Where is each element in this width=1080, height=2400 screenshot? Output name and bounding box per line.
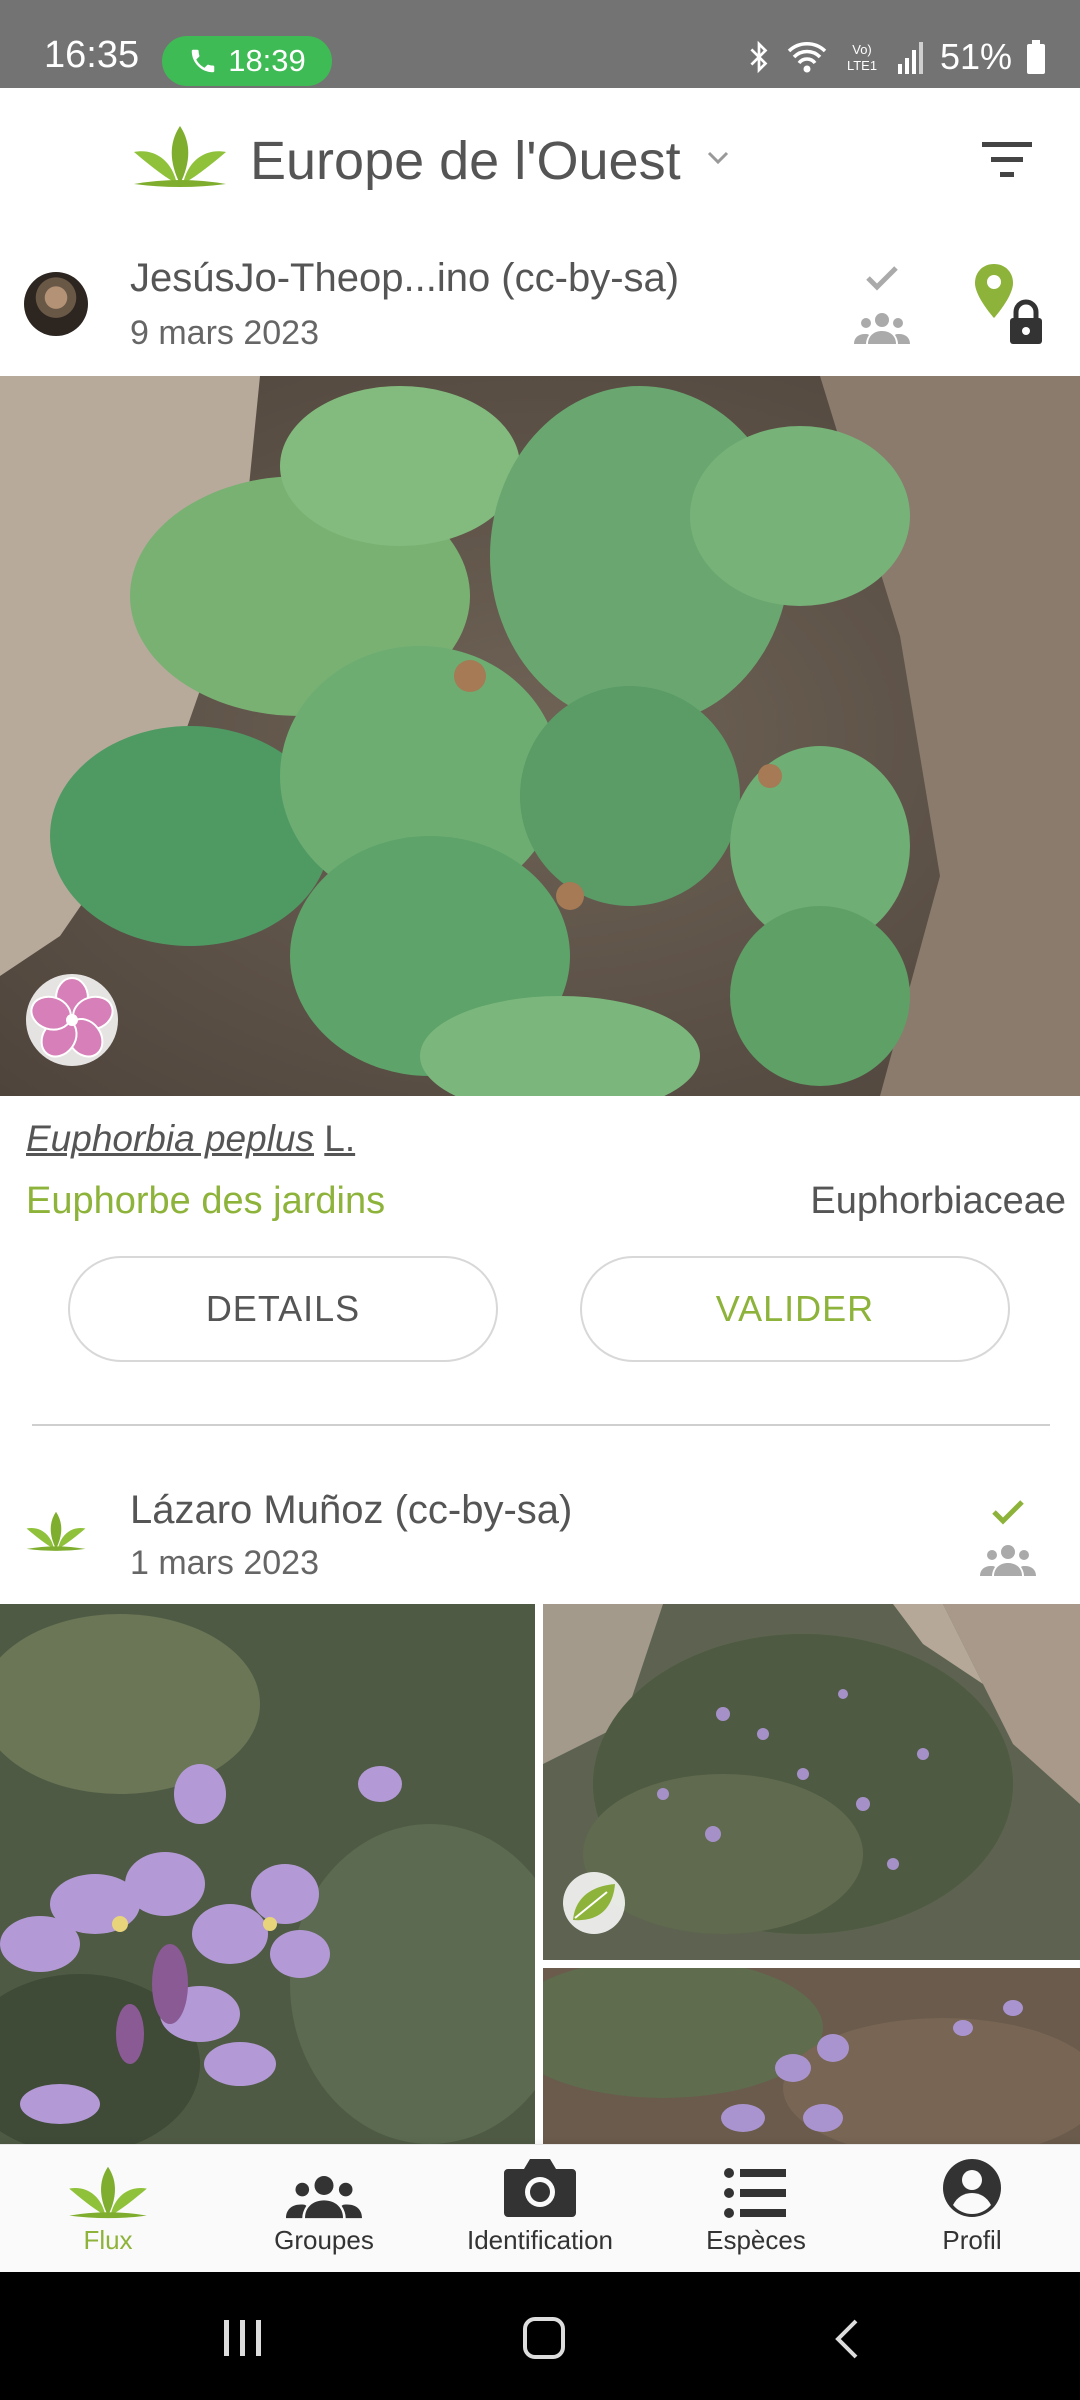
volte-icon: Vo)LTE1 (847, 42, 877, 73)
observation-date: 9 mars 2023 (130, 314, 319, 352)
observation-photo[interactable] (543, 1968, 1080, 2144)
species-name[interactable]: Euphorbia peplus L. (26, 1118, 355, 1160)
wifi-icon (787, 42, 827, 73)
nav-profil[interactable]: Profil (864, 2145, 1080, 2273)
svg-text:LTE1: LTE1 (847, 58, 877, 73)
app-header: Europe de l'Ouest (0, 88, 1080, 236)
observation-photo[interactable] (543, 1604, 1080, 1960)
euphorbia-photo (0, 376, 1080, 1096)
battery-icon (1027, 40, 1045, 74)
filter-icon[interactable] (980, 140, 1036, 180)
plantnet-avatar-icon[interactable] (24, 1510, 88, 1552)
bottom-navigation: Flux Groupes Identification Espèces Prof… (0, 2144, 1080, 2272)
observation-photo[interactable] (0, 376, 1080, 1096)
group-icon (854, 313, 910, 344)
nav-label: Identification (467, 2225, 613, 2255)
nav-identification[interactable]: Identification (432, 2145, 648, 2273)
flower-organ-icon (26, 974, 118, 1066)
validate-button[interactable]: VALIDER (580, 1256, 1010, 1362)
recent-apps-icon[interactable] (222, 2318, 264, 2358)
status-bar: 16:35 18:39 Vo) LTE1 51% (0, 0, 1080, 88)
observation-header[interactable]: Lázaro Muñoz (cc-by-sa) 1 mars 2023 (0, 1470, 1080, 1606)
phone-icon (191, 49, 215, 73)
nav-label: Profil (942, 2225, 1002, 2255)
chevron-down-icon[interactable] (706, 150, 730, 166)
list-icon (724, 2168, 786, 2218)
flower-photo (543, 1968, 1080, 2144)
battery-percentage: 51% (939, 36, 1012, 77)
nav-label: Espèces (706, 2225, 806, 2255)
scientific-name[interactable]: Euphorbia peplus (26, 1118, 314, 1159)
lock-icon (1010, 299, 1042, 344)
nav-label: Groupes (274, 2225, 374, 2255)
status-icons: Vo) LTE1 51% (746, 36, 1046, 78)
nav-especes[interactable]: Espèces (648, 2145, 864, 2273)
svg-text:Vo): Vo) (852, 42, 872, 57)
account-icon (943, 2159, 1001, 2217)
call-timer: 18:39 (228, 43, 306, 78)
observation-author[interactable]: JesúsJo-Theop...ino (cc-by-sa) (130, 256, 679, 301)
status-time: 16:35 (44, 34, 140, 76)
avatar[interactable] (24, 272, 88, 336)
region-selector[interactable]: Europe de l'Ouest (250, 130, 681, 192)
leaf-icon (69, 2166, 147, 2219)
check-icon (866, 266, 898, 291)
nav-label: Flux (83, 2225, 133, 2255)
camera-icon (504, 2159, 576, 2217)
plantnet-logo-icon (134, 126, 226, 187)
observation-header[interactable]: JesúsJo-Theop...ino (cc-by-sa) 9 mars 20… (0, 236, 1080, 376)
family-name: Euphorbiaceae (810, 1180, 1066, 1222)
observation-date: 1 mars 2023 (130, 1544, 319, 1582)
group-icon (286, 2176, 362, 2219)
details-button[interactable]: DETAILS (68, 1256, 498, 1362)
species-authority[interactable]: L. (324, 1118, 355, 1159)
signal-icon (897, 42, 923, 74)
observation-photo[interactable] (0, 1604, 535, 2144)
leaf-organ-icon (563, 1872, 625, 1934)
check-icon (992, 1500, 1024, 1525)
home-icon[interactable] (522, 2316, 566, 2360)
common-name: Euphorbe des jardins (26, 1180, 386, 1222)
nav-groupes[interactable]: Groupes (216, 2145, 432, 2273)
nav-flux[interactable]: Flux (0, 2145, 216, 2273)
observation-author[interactable]: Lázaro Muñoz (cc-by-sa) (130, 1488, 572, 1533)
group-icon (980, 1545, 1036, 1576)
flower-photo (0, 1604, 535, 2144)
back-icon[interactable] (832, 2318, 860, 2360)
divider (32, 1424, 1050, 1426)
system-navigation-bar (0, 2272, 1080, 2400)
bluetooth-icon (750, 40, 768, 74)
call-timer-badge[interactable]: 18:39 (162, 36, 332, 86)
